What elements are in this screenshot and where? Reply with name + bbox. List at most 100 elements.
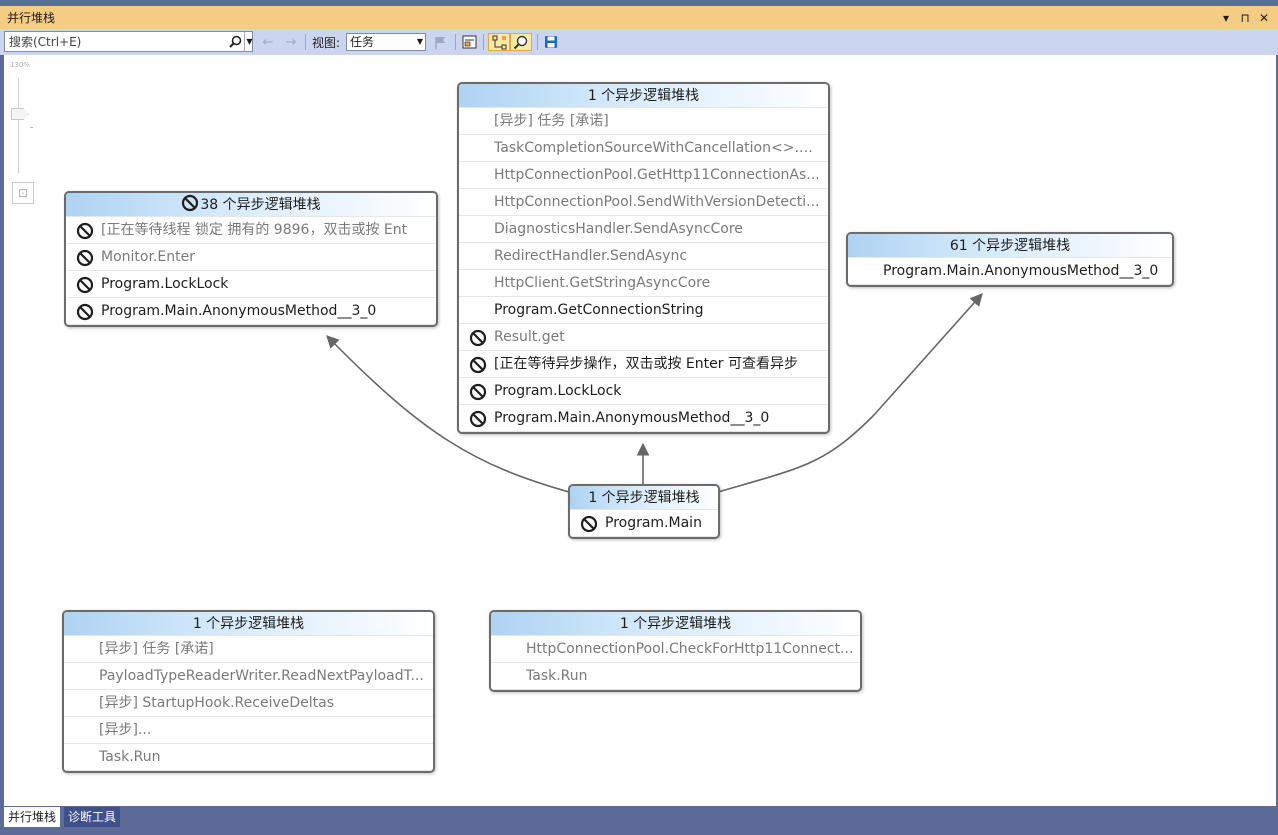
auto-scroll-icon[interactable] <box>510 33 532 51</box>
stack-frame-row[interactable]: Result.get <box>459 324 828 351</box>
stack-frame-label: Program.Main.AnonymousMethod__3_0 <box>494 410 769 426</box>
stack-frame-label: [异步] StartupHook.ReceiveDeltas <box>99 695 334 711</box>
search-input[interactable] <box>7 33 226 50</box>
stack-node-top[interactable]: 1 个异步逻辑堆栈 [异步] 任务 [承诺] TaskCompletionSourc… <box>457 82 830 434</box>
stack-frame-label: HttpConnectionPool.SendWithVersionDetect… <box>494 194 819 210</box>
stack-frame-row[interactable]: [异步] 任务 [承诺] <box>459 107 828 135</box>
blocked-icon <box>76 249 94 271</box>
stack-node-title: 38 个异步逻辑堆栈 <box>200 197 320 213</box>
stack-frame-row[interactable]: [异步] StartupHook.ReceiveDeltas <box>64 690 433 717</box>
blocked-icon <box>76 222 94 244</box>
chevron-down-icon: ▼ <box>417 34 423 50</box>
stack-node-header: 1 个异步逻辑堆栈 <box>570 486 718 509</box>
stack-frame-label: RedirectHandler.SendAsync <box>494 248 687 264</box>
stack-frame-row[interactable]: HttpConnectionPool.SendWithVersionDetect… <box>459 189 828 216</box>
stack-node-title: 1 个异步逻辑堆栈 <box>588 88 699 104</box>
toolbar-separator <box>305 34 306 50</box>
stack-node-right[interactable]: 61 个异步逻辑堆栈 Program.Main.AnonymousMethod__… <box>846 232 1174 287</box>
stack-frame-label: HttpConnectionPool.CheckForHttp11Connect… <box>526 641 853 657</box>
tab-parallel-stacks[interactable]: 并行堆栈 <box>4 807 60 827</box>
stack-frame-row[interactable]: HttpClient.GetStringAsyncCore <box>459 270 828 297</box>
search-icon[interactable] <box>226 32 244 51</box>
stack-frame-label: Program.Main.AnonymousMethod__3_0 <box>101 303 376 319</box>
blocked-icon <box>580 515 598 537</box>
search-box: ▼ <box>4 31 253 52</box>
stack-frame-row[interactable]: DiagnosticsHandler.SendAsyncCore <box>459 216 828 243</box>
stack-frame-label: HttpClient.GetStringAsyncCore <box>494 275 710 291</box>
stack-frame-row[interactable]: [异步] 任务 [承诺] <box>64 635 433 663</box>
flag-icon[interactable] <box>432 33 448 51</box>
stack-frame-label: Task.Run <box>526 668 588 684</box>
stack-frame-label: Program.GetConnectionString <box>494 302 703 318</box>
stack-frame-row[interactable]: [正在等待线程 锁定 拥有的 9896，双击或按 Ent <box>66 216 436 244</box>
stack-node-header: 38 个异步逻辑堆栈 <box>66 193 436 216</box>
stack-node-title: 1 个异步逻辑堆栈 <box>193 616 304 632</box>
stack-frame-label: [正在等待线程 锁定 拥有的 9896，双击或按 Ent <box>101 222 407 238</box>
window-title: 并行堆栈 <box>7 9 55 26</box>
pin-icon[interactable]: ⊓ <box>1239 11 1251 25</box>
stack-frame-row[interactable]: Program.Main.AnonymousMethod__3_0 <box>459 405 828 432</box>
view-select-value: 任务 <box>350 35 374 49</box>
blocked-icon <box>469 356 487 378</box>
stack-node-title: 1 个异步逻辑堆栈 <box>588 490 699 506</box>
window-title-bar: 并行堆栈 ▾ ⊓ ✕ <box>0 6 1278 29</box>
stack-frame-row[interactable]: HttpConnectionPool.CheckForHttp11Connect… <box>491 635 860 663</box>
stack-frame-row[interactable]: RedirectHandler.SendAsync <box>459 243 828 270</box>
stack-node-title: 61 个异步逻辑堆栈 <box>950 238 1070 254</box>
stack-frame-label: [异步] 任务 [承诺] <box>99 641 214 657</box>
stack-frame-row[interactable]: Program.Main <box>570 509 718 537</box>
stack-frame-label: Task.Run <box>99 749 161 765</box>
stack-frame-row[interactable]: Monitor.Enter <box>66 244 436 271</box>
toolbar-separator <box>537 34 538 50</box>
close-icon[interactable]: ✕ <box>1258 11 1270 25</box>
stack-frame-label: Program.LockLock <box>494 383 621 399</box>
blocked-icon <box>76 303 94 325</box>
view-label: 视图: <box>312 34 340 51</box>
blocked-icon <box>469 383 487 405</box>
stack-frame-row[interactable]: Program.GetConnectionString <box>459 297 828 324</box>
stack-frame-label: Result.get <box>494 329 565 345</box>
stack-frame-row[interactable]: Program.LockLock <box>459 378 828 405</box>
stack-node-bottom-left[interactable]: 1 个异步逻辑堆栈 [异步] 任务 [承诺] PayloadTypeReaderWr… <box>62 610 435 773</box>
stack-frame-row[interactable]: Program.LockLock <box>66 271 436 298</box>
stack-frame-label: DiagnosticsHandler.SendAsyncCore <box>494 221 743 237</box>
save-icon[interactable] <box>542 33 560 51</box>
stack-frame-row[interactable]: TaskCompletionSourceWithCancellation<>.W… <box>459 135 828 162</box>
window-controls: ▾ ⊓ ✕ <box>1220 6 1270 29</box>
dropdown-arrow-icon[interactable]: ▾ <box>1220 11 1232 25</box>
stack-frame-row[interactable]: Program.Main.AnonymousMethod__3_0 <box>848 257 1172 285</box>
stack-frame-row[interactable]: [异步]... <box>64 717 433 744</box>
stack-frame-label: Program.Main <box>605 515 702 531</box>
stack-frame-label: [正在等待异步操作，双击或按 Enter 可查看异步 <box>494 356 798 372</box>
toolbar-separator <box>483 34 484 50</box>
stack-node-left[interactable]: 38 个异步逻辑堆栈 [正在等待线程 锁定 拥有的 9896，双击或按 Ent Mo… <box>64 191 438 327</box>
stack-frame-row[interactable]: HttpConnectionPool.GetHttp11ConnectionAs… <box>459 162 828 189</box>
blocked-icon <box>469 410 487 432</box>
tab-diagnostic-tools[interactable]: 诊断工具 <box>64 807 120 827</box>
stack-node-header: 1 个异步逻辑堆栈 <box>491 612 860 635</box>
blocked-icon <box>76 276 94 298</box>
toolbar-separator <box>455 34 456 50</box>
stack-frame-row[interactable]: Program.Main.AnonymousMethod__3_0 <box>66 298 436 325</box>
stack-node-center[interactable]: 1 个异步逻辑堆栈 Program.Main <box>568 484 720 539</box>
search-options-dropdown[interactable]: ▼ <box>244 32 254 51</box>
view-select[interactable]: 任务 ▼ <box>346 33 426 51</box>
blocked-icon <box>181 194 199 216</box>
parallel-stacks-canvas[interactable]: 130% ⊡ 1 个异步逻辑堆栈[异步] 任务 [承诺]TaskCompleti… <box>4 55 1276 806</box>
stack-frame-label: TaskCompletionSourceWithCancellation<>.W… <box>494 140 824 156</box>
show-external-code-icon[interactable] <box>488 33 510 51</box>
back-arrow-icon[interactable]: ← <box>260 33 276 51</box>
stack-frame-label: HttpConnectionPool.GetHttp11ConnectionAs… <box>494 167 820 183</box>
stack-frame-row[interactable]: Task.Run <box>491 663 860 690</box>
forward-arrow-icon[interactable]: → <box>283 33 299 51</box>
stack-frame-row[interactable]: PayloadTypeReaderWriter.ReadNextPayloadT… <box>64 663 433 690</box>
stack-node-header: 61 个异步逻辑堆栈 <box>848 234 1172 257</box>
stack-frame-row[interactable]: [正在等待异步操作，双击或按 Enter 可查看异步 <box>459 351 828 378</box>
toggle-method-view-icon[interactable] <box>460 33 478 51</box>
stack-node-header: 1 个异步逻辑堆栈 <box>64 612 433 635</box>
stack-frame-row[interactable]: Task.Run <box>64 744 433 771</box>
blocked-icon <box>469 329 487 351</box>
stack-frame-label: Program.LockLock <box>101 276 228 292</box>
stack-node-bottom-right[interactable]: 1 个异步逻辑堆栈 HttpConnectionPool.CheckForHttp… <box>489 610 862 692</box>
stack-frame-label: Monitor.Enter <box>101 249 195 265</box>
